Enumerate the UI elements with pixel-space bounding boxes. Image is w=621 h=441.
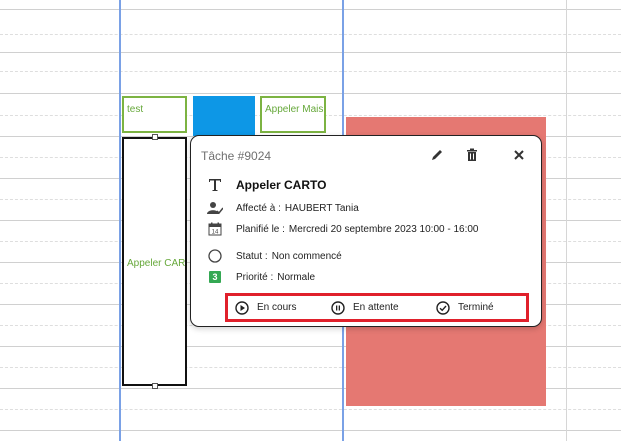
status-actions: En cours En attente Terminé bbox=[225, 293, 529, 322]
close-button[interactable] bbox=[511, 147, 527, 163]
delete-button[interactable] bbox=[464, 147, 480, 163]
in-progress-button[interactable]: En cours bbox=[235, 300, 297, 315]
status-row: Statut : Non commencé bbox=[205, 247, 342, 265]
resize-handle-top[interactable] bbox=[152, 134, 158, 140]
status-value: Non commencé bbox=[271, 250, 342, 262]
event-blue[interactable] bbox=[193, 96, 255, 136]
resize-handle-bottom[interactable] bbox=[152, 383, 158, 389]
svg-text:14: 14 bbox=[212, 230, 219, 236]
event-label: Appeler Mais bbox=[265, 104, 324, 115]
assigned-label: Affecté à : bbox=[236, 202, 281, 214]
priority-value: Normale bbox=[277, 271, 316, 283]
day-column-divider bbox=[119, 0, 121, 441]
grid-line bbox=[0, 9, 621, 10]
done-button[interactable]: Terminé bbox=[436, 300, 494, 315]
priority-icon-wrap: 3 bbox=[205, 271, 225, 283]
priority-badge: 3 bbox=[209, 271, 221, 283]
priority-row: 3 Priorité : Normale bbox=[205, 268, 315, 286]
task-name: Appeler CARTO bbox=[236, 178, 327, 192]
trash-icon bbox=[467, 148, 477, 161]
grid-line bbox=[0, 93, 621, 94]
planned-value: Mercredi 20 septembre 2023 10:00 - 16:00 bbox=[288, 223, 479, 235]
grid-line bbox=[0, 34, 621, 35]
event-appeler-carto-selected[interactable]: Appeler CAR bbox=[122, 137, 187, 386]
waiting-label: En attente bbox=[353, 302, 399, 313]
waiting-button[interactable]: En attente bbox=[331, 300, 399, 315]
check-circle-icon bbox=[436, 300, 450, 315]
status-label: Statut : bbox=[236, 250, 268, 262]
edit-button[interactable] bbox=[429, 147, 445, 163]
text-icon bbox=[205, 178, 225, 192]
grid-line bbox=[0, 52, 621, 53]
close-icon bbox=[514, 150, 524, 160]
calendar-icon: 14 bbox=[205, 222, 225, 236]
done-label: Terminé bbox=[458, 302, 494, 313]
grid-line bbox=[0, 71, 621, 72]
event-label: Appeler CAR bbox=[127, 258, 186, 269]
pause-icon bbox=[331, 300, 345, 315]
event-label: test bbox=[127, 104, 144, 115]
assigned-value: HAUBERT Tania bbox=[284, 202, 359, 214]
grid-line bbox=[0, 409, 621, 410]
circle-status-icon bbox=[205, 249, 225, 263]
event-test[interactable]: test bbox=[122, 96, 187, 133]
priority-label: Priorité : bbox=[236, 271, 274, 283]
day-column-divider bbox=[566, 0, 567, 441]
pencil-icon bbox=[432, 150, 442, 160]
task-popup: Tâche #9024 Appeler CARTO Affecté à : HA… bbox=[190, 135, 542, 327]
in-progress-label: En cours bbox=[257, 302, 297, 313]
assigned-row: Affecté à : HAUBERT Tania bbox=[205, 199, 359, 217]
event-appeler-mais[interactable]: Appeler Mais bbox=[260, 96, 326, 133]
user-assign-icon bbox=[205, 201, 225, 215]
popup-title: Tâche #9024 bbox=[201, 149, 272, 163]
play-icon bbox=[235, 300, 249, 315]
grid-line bbox=[0, 430, 621, 431]
planned-label: Planifié le : bbox=[236, 223, 285, 235]
planned-row: 14 Planifié le : Mercredi 20 septembre 2… bbox=[205, 220, 478, 238]
task-name-row: Appeler CARTO bbox=[205, 176, 326, 194]
